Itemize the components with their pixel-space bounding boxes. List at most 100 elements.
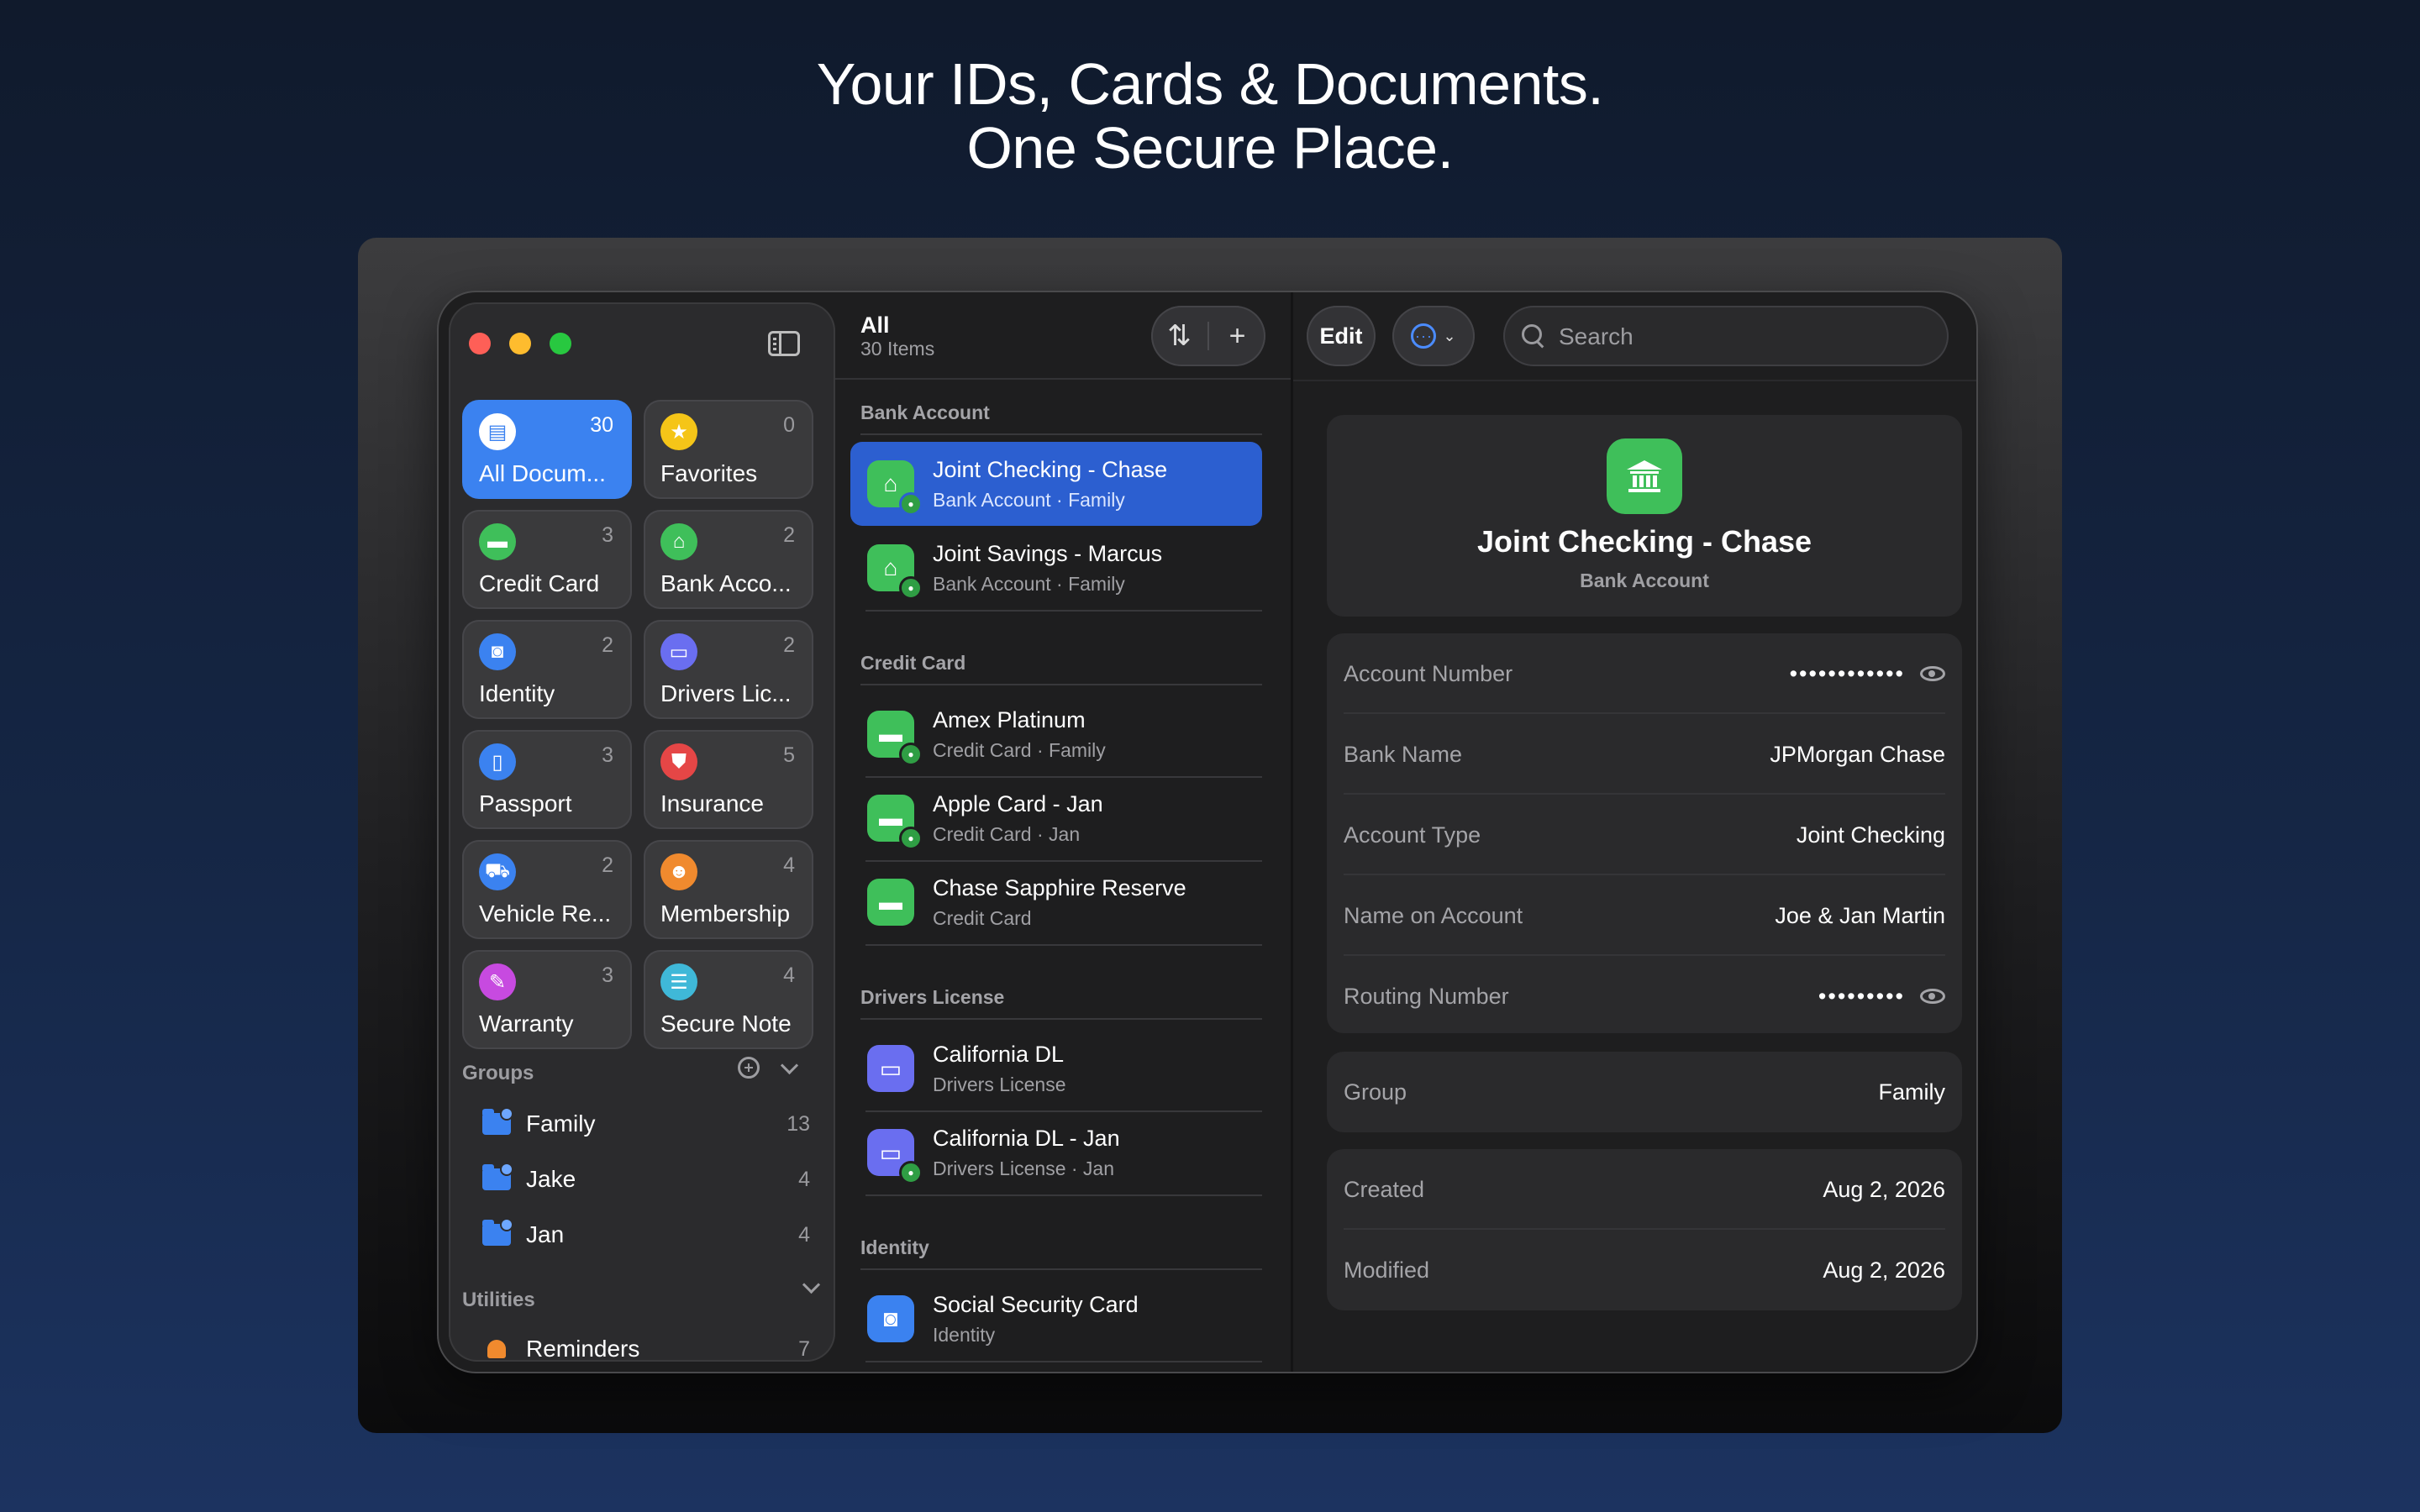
license-icon: ▭ bbox=[660, 633, 697, 670]
list-item-title: California DL bbox=[933, 1042, 1065, 1067]
utility-item-label: Reminders bbox=[526, 1336, 640, 1362]
list-item-subtitle: Bank Account · Family bbox=[933, 489, 1125, 511]
field-label: Bank Name bbox=[1344, 741, 1463, 767]
list-item-title: Joint Savings - Marcus bbox=[933, 541, 1163, 566]
field-row[interactable]: Routing Number ••••••••• bbox=[1344, 956, 1945, 1037]
divider bbox=[860, 684, 1262, 685]
category-tile[interactable]: ◙ 2 Identity bbox=[462, 620, 632, 719]
list-item[interactable]: ◙ Social Security Card Identity bbox=[850, 1277, 1262, 1362]
sort-arrows-icon[interactable]: ⇅ bbox=[1151, 319, 1207, 353]
groups-header: Groups bbox=[462, 1062, 534, 1084]
group-item[interactable]: Jan 4 bbox=[482, 1218, 810, 1248]
detail-dates-card: Created Aug 2, 2026 Modified Aug 2, 2026 bbox=[1327, 1149, 1962, 1310]
tile-count: 4 bbox=[783, 853, 795, 877]
group-count: 4 bbox=[798, 1167, 810, 1191]
group-item[interactable]: Family 13 bbox=[482, 1107, 810, 1137]
shared-person-icon: ● bbox=[899, 492, 923, 516]
people-icon: ☻ bbox=[660, 853, 697, 890]
detail-pane: Edit ··· ⌄ Joint Checking - bbox=[1293, 292, 1976, 1372]
add-group-icon[interactable] bbox=[738, 1057, 760, 1079]
chevron-down-icon[interactable] bbox=[780, 1056, 799, 1074]
license-icon: ▭ bbox=[867, 1045, 914, 1092]
list-item[interactable]: ▭ ● California DL - Jan Drivers License · J… bbox=[850, 1110, 1262, 1196]
eye-icon[interactable] bbox=[1920, 666, 1945, 681]
minimize-window-button[interactable] bbox=[509, 333, 531, 354]
field-row[interactable]: Account Number •••••••••••• bbox=[1344, 633, 1945, 714]
category-tile[interactable]: ⛊ 5 Insurance bbox=[644, 730, 813, 829]
more-options-button[interactable]: ··· ⌄ bbox=[1392, 306, 1475, 366]
category-tile[interactable]: ▤ 30 All Docum... bbox=[462, 400, 632, 499]
category-tile[interactable]: ⌂ 2 Bank Acco... bbox=[644, 510, 813, 609]
tile-count: 2 bbox=[602, 633, 613, 657]
credit-card-icon: ▬ bbox=[867, 879, 914, 926]
list-item[interactable]: ⌂ ● Joint Savings - Marcus Bank Account · F… bbox=[850, 526, 1262, 612]
list-item-subtitle: Credit Card · Family bbox=[933, 739, 1106, 761]
shield-icon: ⛊ bbox=[660, 743, 697, 780]
tile-count: 0 bbox=[783, 413, 795, 437]
list-item[interactable]: ▬ Chase Sapphire Reserve Credit Card bbox=[850, 860, 1262, 946]
bell-icon bbox=[487, 1340, 506, 1358]
field-label: Modified bbox=[1344, 1257, 1430, 1283]
search-field[interactable] bbox=[1503, 306, 1949, 368]
group-row[interactable]: Group Family bbox=[1344, 1052, 1945, 1132]
created-row: Created Aug 2, 2026 bbox=[1344, 1149, 1945, 1230]
tile-count: 3 bbox=[602, 523, 613, 547]
list-item[interactable]: ▬ ● Apple Card - Jan Credit Card · Jan bbox=[850, 776, 1262, 862]
category-tile[interactable]: ☰ 4 Secure Note bbox=[644, 950, 813, 1049]
section-header: Identity bbox=[860, 1236, 929, 1258]
list-item-count: 30 Items bbox=[860, 338, 935, 360]
field-label: Group bbox=[1344, 1079, 1407, 1105]
divider bbox=[865, 944, 1262, 946]
tile-label: Credit Card bbox=[479, 570, 600, 596]
list-item[interactable]: ▬ ● Amex Platinum Credit Card · Family bbox=[850, 692, 1262, 778]
field-label: Routing Number bbox=[1344, 983, 1509, 1009]
group-item[interactable]: Jake 4 bbox=[482, 1163, 810, 1193]
category-tile[interactable]: ▯ 3 Passport bbox=[462, 730, 632, 829]
headline-line-2: One Secure Place. bbox=[966, 115, 1454, 181]
list-item-subtitle: Drivers License bbox=[933, 1074, 1066, 1095]
divider bbox=[860, 1018, 1262, 1020]
category-tile[interactable]: ▭ 2 Drivers Lic... bbox=[644, 620, 813, 719]
category-tile[interactable]: ▬ 3 Credit Card bbox=[462, 510, 632, 609]
category-tile[interactable]: ☻ 4 Membership bbox=[644, 840, 813, 939]
zoom-window-button[interactable] bbox=[550, 333, 571, 354]
group-count: 13 bbox=[786, 1111, 810, 1136]
field-value: JPMorgan Chase bbox=[1770, 741, 1945, 767]
list-item-subtitle: Credit Card bbox=[933, 907, 1032, 929]
list-item[interactable]: ▭ California DL Drivers License bbox=[850, 1026, 1262, 1112]
utilities-header-actions bbox=[802, 1275, 821, 1294]
search-input[interactable] bbox=[1557, 306, 1930, 368]
masked-value: ••••••••• bbox=[1818, 983, 1905, 1009]
modified-row: Modified Aug 2, 2026 bbox=[1344, 1230, 1945, 1310]
shared-person-icon: ● bbox=[899, 743, 923, 766]
category-tile[interactable]: ⛟ 2 Vehicle Re... bbox=[462, 840, 632, 939]
field-row[interactable]: Account Type Joint Checking bbox=[1344, 795, 1945, 875]
plus-icon[interactable]: + bbox=[1209, 320, 1265, 353]
tile-label: Secure Note bbox=[660, 1011, 792, 1037]
field-value: Joe & Jan Martin bbox=[1775, 902, 1945, 928]
divider bbox=[860, 433, 1262, 435]
eye-icon[interactable] bbox=[1920, 989, 1945, 1004]
category-tile[interactable]: ★ 0 Favorites bbox=[644, 400, 813, 499]
shared-person-icon: ● bbox=[899, 576, 923, 600]
list-item[interactable]: ⌂ ● Joint Checking - Chase Bank Account · F… bbox=[850, 442, 1262, 526]
tile-label: Favorites bbox=[660, 460, 758, 486]
close-window-button[interactable] bbox=[469, 333, 491, 354]
warranty-icon: ✎ bbox=[479, 963, 516, 1000]
list-item-title: Social Security Card bbox=[933, 1292, 1139, 1317]
tile-label: Membership bbox=[660, 900, 791, 927]
category-tile[interactable]: ✎ 3 Warranty bbox=[462, 950, 632, 1049]
tile-count: 30 bbox=[590, 413, 613, 437]
sidebar-toggle-icon[interactable] bbox=[768, 331, 800, 356]
passport-icon: ▯ bbox=[479, 743, 516, 780]
tile-count: 2 bbox=[783, 633, 795, 657]
utility-item-reminders[interactable]: Reminders 7 bbox=[482, 1336, 810, 1362]
shared-person-icon: ● bbox=[899, 1161, 923, 1184]
field-row[interactable]: Bank Name JPMorgan Chase bbox=[1344, 714, 1945, 795]
list-item-title: Apple Card - Jan bbox=[933, 791, 1103, 816]
edit-button[interactable]: Edit bbox=[1307, 306, 1376, 366]
field-row[interactable]: Name on Account Joe & Jan Martin bbox=[1344, 875, 1945, 956]
detail-type: Bank Account bbox=[1580, 570, 1709, 591]
chevron-down-icon[interactable] bbox=[802, 1275, 821, 1294]
bank-icon: ⌂ bbox=[660, 523, 697, 560]
